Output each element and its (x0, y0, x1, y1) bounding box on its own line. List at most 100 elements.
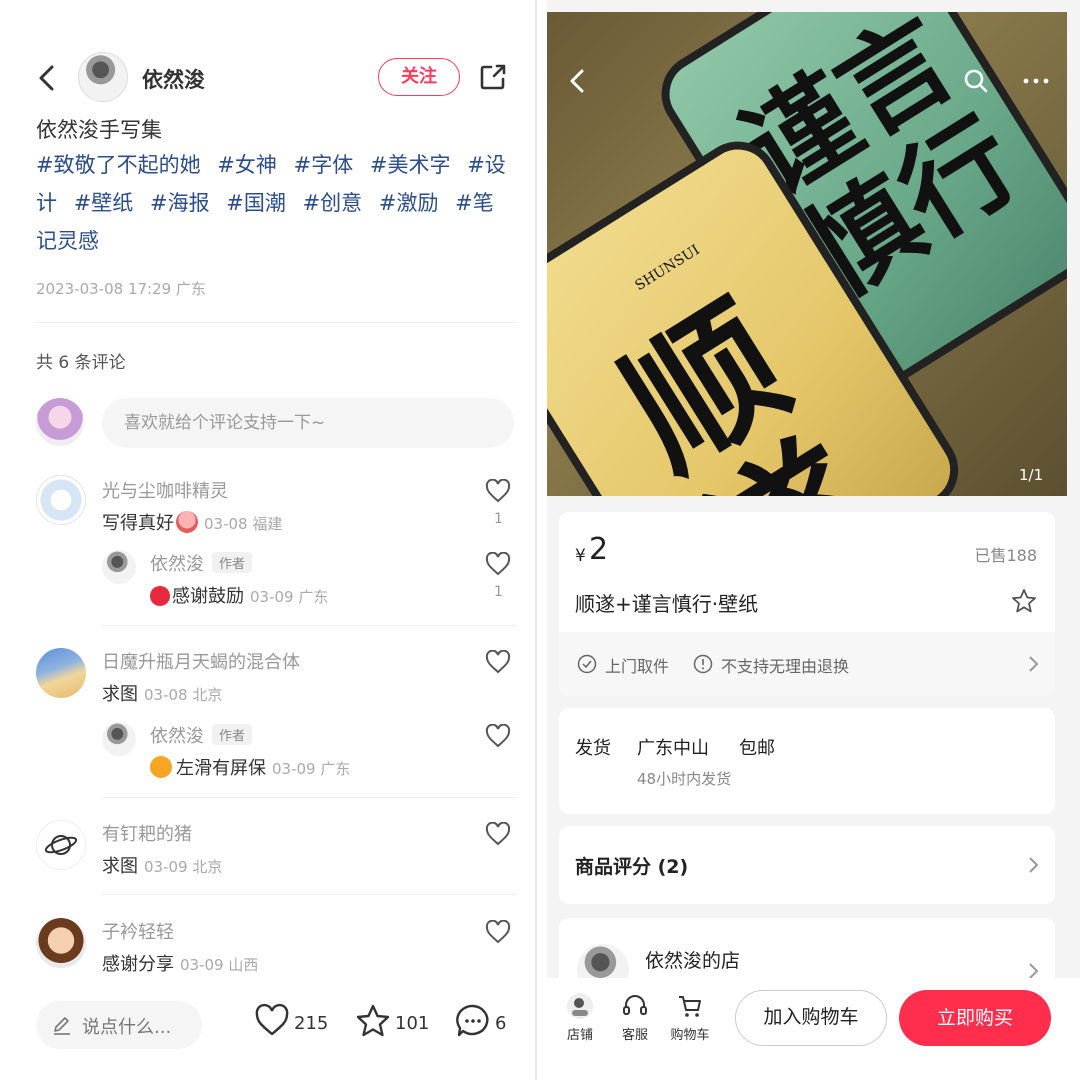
commenter-name[interactable]: 日魔升瓶月天蝎的混合体 (102, 648, 300, 674)
service-row[interactable]: 上门取件 不支持无理由退换 (559, 632, 1055, 696)
store-avatar-icon (567, 993, 593, 1019)
back-arrow-icon[interactable] (36, 64, 58, 92)
buy-now-button[interactable]: 立即购买 (899, 990, 1051, 1046)
product-reviews-card[interactable]: 商品评分 (2) (559, 826, 1055, 904)
price: 2 (589, 532, 609, 567)
comment-text[interactable]: 写得真好 03-08 福建 (102, 509, 282, 535)
comment-body: 写得真好 (102, 513, 174, 534)
comment-meta: 03-09 山西 (180, 956, 259, 974)
post-date-location: 2023-03-08 17:29 广东 (36, 280, 206, 298)
product-image[interactable]: 谨言慎行 顺遂 SHUNSUI 1/1 (547, 12, 1067, 496)
like-heart-icon[interactable] (485, 822, 511, 846)
commenter-name[interactable]: 光与尘咖啡精灵 (102, 477, 228, 503)
service-label: 上门取件 (605, 657, 670, 676)
post-title: 依然浚手写集 (36, 118, 162, 142)
cart-tab-label: 购物车 (670, 1028, 710, 1043)
store-tab-label: 店铺 (566, 1028, 593, 1043)
commenter-avatar[interactable] (36, 918, 86, 968)
store-tab[interactable]: 店铺 (555, 992, 605, 1043)
add-to-cart-button[interactable]: 加入购物车 (735, 990, 887, 1046)
author-name[interactable]: 依然浚 (142, 64, 205, 94)
commenter-avatar[interactable] (36, 475, 86, 525)
my-avatar (36, 398, 84, 446)
commenter-name[interactable]: 依然浚 作者 (150, 722, 253, 748)
comment-count: 共 6 条评论 (36, 353, 126, 373)
tag-link[interactable]: #字体 (294, 153, 354, 177)
product-title: 顺遂+谨言慎行·壁纸 (575, 592, 759, 616)
chevron-right-icon (1029, 857, 1039, 873)
comment-text[interactable]: 求图 03-08 北京 (102, 680, 222, 706)
sold-count: 已售188 (974, 546, 1037, 565)
heart-emoji-icon (150, 586, 170, 606)
commenter-avatar[interactable] (36, 820, 86, 870)
comment-text[interactable]: 感谢分享 03-09 山西 (102, 950, 258, 976)
tag-link[interactable]: #致敬了不起的她 (36, 153, 201, 177)
commenter-name[interactable]: 子衿轻轻 (102, 918, 174, 944)
collect-count: 101 (395, 1013, 430, 1034)
comment-body: 求图 (102, 856, 138, 877)
share-icon[interactable] (478, 62, 508, 92)
comment-body: 求图 (102, 684, 138, 705)
interaction-bar: 说点什么... 215 101 6 (0, 985, 535, 1080)
tag-link[interactable]: #女神 (217, 153, 277, 177)
commenter-name-text: 依然浚 (150, 726, 204, 747)
like-heart-icon[interactable] (485, 650, 511, 674)
commenter-avatar[interactable] (36, 648, 86, 698)
divider (36, 322, 516, 323)
purchase-bar: 店铺 客服 购物车 加入购物车 立即购买 (547, 978, 1080, 1080)
comment-text[interactable]: 感谢鼓励 03-09 广东 (150, 582, 328, 608)
like-heart-icon[interactable] (485, 724, 511, 748)
say-something-label: 说点什么... (82, 1017, 172, 1038)
tag-link[interactable]: #海报 (150, 191, 210, 215)
tag-link[interactable]: #创意 (303, 191, 363, 215)
reviews-title: 商品评分 (2) (575, 856, 689, 878)
heart-icon (255, 1003, 289, 1036)
store-name: 依然浚的店 (645, 950, 741, 972)
like-heart-icon[interactable] (485, 552, 511, 576)
follow-button[interactable]: 关注 (378, 58, 460, 96)
like-count: 1 (494, 584, 503, 600)
comment-input[interactable]: 喜欢就给个评论支持一下~ (102, 398, 514, 448)
shipping-city: 广东中山 (637, 738, 709, 759)
comment-meta: 03-08 福建 (204, 515, 283, 533)
tag-link[interactable]: #美术字 (370, 153, 451, 177)
author-badge: 作者 (212, 552, 253, 573)
author-avatar[interactable] (78, 52, 128, 102)
comment-text[interactable]: 求图 03-09 北京 (102, 852, 222, 878)
comment-meta: 03-08 北京 (144, 686, 223, 704)
comment-text[interactable]: 左滑有屏保 03-09 广东 (150, 754, 350, 780)
like-heart-icon[interactable] (485, 920, 511, 944)
commenter-name[interactable]: 依然浚 作者 (150, 550, 253, 576)
service-label: 不支持无理由退换 (721, 657, 850, 676)
favorite-star-icon[interactable] (1011, 588, 1037, 614)
tag-link[interactable]: #激励 (379, 191, 439, 215)
tag-link[interactable]: #国潮 (226, 191, 286, 215)
cart-tab[interactable]: 购物车 (665, 992, 715, 1043)
comment-count-bottom: 6 (495, 1013, 507, 1034)
like-heart-icon[interactable] (485, 479, 511, 503)
shipping-time: 48小时内发货 (637, 770, 732, 788)
post-tags: #致敬了不起的她 #女神 #字体 #美术字 #设计 #壁纸 #海报 #国潮 #创… (36, 146, 506, 260)
check-circle-icon (577, 654, 597, 674)
tag-link[interactable]: #壁纸 (74, 191, 134, 215)
search-icon[interactable] (963, 68, 989, 94)
top-nav: 依然浚 关注 (0, 48, 535, 108)
comment-meta: 03-09 广东 (250, 588, 329, 606)
comment-meta: 03-09 广东 (272, 760, 351, 778)
back-arrow-icon[interactable] (567, 68, 589, 94)
panel-divider (535, 0, 537, 1080)
customer-service-tab[interactable]: 客服 (610, 992, 660, 1043)
shipping-card: 发货 广东中山 包邮 48小时内发货 (559, 708, 1055, 814)
say-something-input[interactable]: 说点什么... (36, 1001, 202, 1049)
cart-icon (679, 996, 701, 1017)
shipping-label: 发货 (575, 738, 611, 759)
more-icon[interactable] (1021, 68, 1051, 94)
comment-meta: 03-09 北京 (144, 858, 223, 876)
chevron-right-icon (1029, 656, 1039, 672)
price-symbol: ¥ (575, 546, 586, 566)
commenter-name[interactable]: 有钉耙的猪 (102, 820, 192, 846)
headset-icon (623, 995, 647, 1015)
commenter-avatar[interactable] (102, 550, 136, 584)
commenter-avatar[interactable] (102, 722, 136, 756)
comment-bubble-icon (456, 1004, 489, 1037)
